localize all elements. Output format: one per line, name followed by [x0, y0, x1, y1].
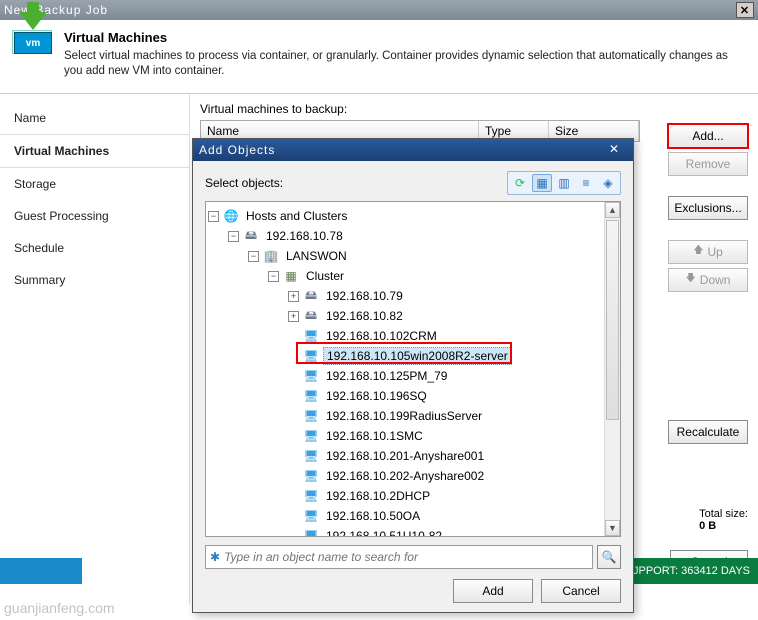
support-banner: JPPORT: 363412 DAYS: [625, 558, 758, 584]
tree-scrollbar[interactable]: ▲ ▼: [604, 202, 620, 536]
tree-vm[interactable]: 🖥192.168.10.1SMC: [208, 426, 618, 446]
search-icon: 🔍: [602, 550, 617, 564]
tree-host[interactable]: − 🖴 192.168.10.78: [208, 226, 618, 246]
datacenter-icon: 🏢: [263, 249, 279, 263]
watermark: guanjianfeng.com: [4, 600, 115, 616]
cluster-icon: ▦: [283, 269, 299, 283]
exclusions-button[interactable]: Exclusions...: [668, 196, 748, 220]
vm-icon: 🖥: [303, 349, 319, 363]
tree-vm[interactable]: 🖥192.168.10.51U10-82: [208, 526, 618, 537]
dialog-add-button[interactable]: Add: [453, 579, 533, 603]
vm-download-icon: vm: [14, 30, 52, 74]
object-tree[interactable]: ▲ ▼ − 🌐 Hosts and Clusters − 🖴 192.168.1…: [205, 201, 621, 537]
tree-host-node[interactable]: + 🖴 192.168.10.82: [208, 306, 618, 326]
window-close-button[interactable]: ✕: [736, 2, 754, 18]
add-button[interactable]: Add...: [668, 124, 748, 148]
nav-storage[interactable]: Storage: [0, 168, 189, 200]
tree-vm[interactable]: 🖥192.168.10.196SQ: [208, 386, 618, 406]
tree-root[interactable]: − 🌐 Hosts and Clusters: [208, 206, 618, 226]
vm-list-label: Virtual machines to backup:: [200, 102, 748, 116]
tree-datacenter[interactable]: − 🏢 LANSWON: [208, 246, 618, 266]
down-button[interactable]: 🡇Down: [668, 268, 748, 292]
vm-icon: 🖥: [303, 329, 319, 343]
collapse-icon[interactable]: −: [268, 271, 279, 282]
tree-vm[interactable]: 🖥192.168.10.2DHCP: [208, 486, 618, 506]
vm-icon: 🖥: [303, 509, 319, 523]
tree-host-node[interactable]: + 🖴 192.168.10.79: [208, 286, 618, 306]
vm-icon: 🖥: [303, 469, 319, 483]
nav-virtual-machines[interactable]: Virtual Machines: [0, 134, 189, 168]
vm-icon: 🖥: [303, 429, 319, 443]
recalculate-button[interactable]: Recalculate: [668, 420, 748, 444]
host-icon: 🖴: [303, 309, 319, 323]
server-icon: 🖴: [243, 229, 259, 243]
wizard-header: vm Virtual Machines Select virtual machi…: [0, 20, 758, 94]
wizard-nav: Name Virtual Machines Storage Guest Proc…: [0, 94, 190, 604]
search-input[interactable]: [224, 550, 588, 564]
tree-vm[interactable]: 🖥192.168.10.201-Anyshare001: [208, 446, 618, 466]
dialog-close-button[interactable]: ✕: [609, 142, 627, 158]
up-button[interactable]: 🡅Up: [668, 240, 748, 264]
vm-icon: 🖥: [303, 409, 319, 423]
vm-icon: 🖥: [303, 529, 319, 537]
vm-icon: 🖥: [303, 369, 319, 383]
vms-view-icon[interactable]: ▥: [554, 174, 574, 192]
select-objects-label: Select objects:: [205, 176, 507, 190]
search-button[interactable]: 🔍: [597, 545, 621, 569]
tree-vm[interactable]: 🖥192.168.10.202-Anyshare002: [208, 466, 618, 486]
vm-icon: 🖥: [303, 389, 319, 403]
host-icon: 🖴: [303, 289, 319, 303]
add-objects-dialog: Add Objects ✕ Select objects: ⟳ ▦ ▥ ≡ ◈ …: [192, 138, 634, 613]
dialog-cancel-button[interactable]: Cancel: [541, 579, 621, 603]
tree-vm[interactable]: 🖥192.168.10.50OA: [208, 506, 618, 526]
footer-strip: [0, 558, 82, 584]
search-star-icon: ✱: [210, 550, 220, 564]
nav-summary[interactable]: Summary: [0, 264, 189, 296]
header-title: Virtual Machines: [64, 30, 744, 45]
datastore-view-icon[interactable]: ≡: [576, 174, 596, 192]
nav-name[interactable]: Name: [0, 102, 189, 134]
tree-cluster[interactable]: − ▦ Cluster: [208, 266, 618, 286]
tags-view-icon[interactable]: ◈: [598, 174, 618, 192]
nav-schedule[interactable]: Schedule: [0, 232, 189, 264]
hosts-clusters-icon: 🌐: [223, 209, 239, 223]
remove-button[interactable]: Remove: [668, 152, 748, 176]
dialog-titlebar: Add Objects ✕: [193, 139, 633, 161]
expand-icon[interactable]: +: [288, 311, 299, 322]
refresh-icon[interactable]: ⟳: [510, 174, 530, 192]
tree-vm[interactable]: 🖥192.168.10.102CRM: [208, 326, 618, 346]
tree-vm[interactable]: 🖥192.168.10.125PM_79: [208, 366, 618, 386]
vm-icon: 🖥: [303, 449, 319, 463]
dialog-title: Add Objects: [199, 143, 275, 157]
tree-vm[interactable]: 🖥192.168.10.199RadiusServer: [208, 406, 618, 426]
search-box[interactable]: ✱: [205, 545, 593, 569]
tree-vm[interactable]: 🖥192.168.10.105win2008R2-server: [208, 346, 618, 366]
header-desc: Select virtual machines to process via c…: [64, 49, 744, 79]
hosts-view-icon[interactable]: ▦: [532, 174, 552, 192]
collapse-icon[interactable]: −: [208, 211, 219, 222]
totals: Total size: 0 B: [699, 508, 748, 532]
nav-guest-processing[interactable]: Guest Processing: [0, 200, 189, 232]
window-titlebar: New Backup Job ✕: [0, 0, 758, 20]
collapse-icon[interactable]: −: [248, 251, 259, 262]
collapse-icon[interactable]: −: [228, 231, 239, 242]
expand-icon[interactable]: +: [288, 291, 299, 302]
vm-icon: 🖥: [303, 489, 319, 503]
view-toolbar: ⟳ ▦ ▥ ≡ ◈: [507, 171, 621, 195]
